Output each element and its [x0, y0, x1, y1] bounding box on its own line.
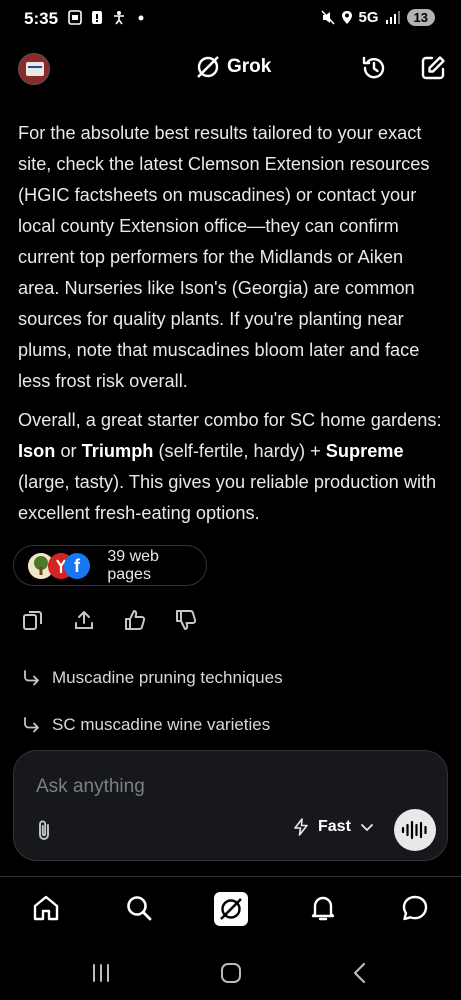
- mute-icon: [320, 10, 335, 25]
- message-paragraph: For the absolute best results tailored t…: [18, 123, 430, 391]
- variety-supreme: Supreme: [325, 441, 404, 461]
- follow-up-arrow-icon: [24, 717, 39, 733]
- search-icon[interactable]: [124, 893, 154, 923]
- history-icon[interactable]: [360, 54, 388, 82]
- accessibility-icon: [114, 11, 124, 25]
- recent-apps-icon[interactable]: [89, 962, 113, 984]
- app-header: Grok: [0, 42, 461, 94]
- home-button-icon[interactable]: [219, 962, 243, 984]
- voice-waveform-icon: [401, 820, 427, 840]
- mode-selector[interactable]: Fast: [292, 818, 375, 836]
- system-nav-bar: [0, 942, 461, 1000]
- suggestion-label: Muscadine pruning techniques: [52, 668, 283, 687]
- app-title-text: Grok: [227, 56, 272, 77]
- system-status-icons: 5G 13: [320, 9, 435, 26]
- thumbs-down-icon[interactable]: [175, 609, 197, 631]
- suggestion-label: SC muscadine wine varieties: [52, 715, 271, 734]
- share-icon[interactable]: [73, 609, 95, 631]
- text-span: Overall, a great starter combo for SC ho…: [18, 410, 442, 430]
- notification-icons: [68, 10, 148, 25]
- signal-icon: [385, 10, 400, 24]
- battery-badge: 13: [406, 9, 435, 26]
- bell-icon[interactable]: [308, 893, 338, 923]
- bottom-nav: [0, 876, 461, 942]
- text-span: (large, tasty). This gives you reliable …: [18, 472, 437, 523]
- variety-ison: Ison: [18, 441, 56, 461]
- paperclip-icon[interactable]: [34, 819, 54, 843]
- nav-grok-button[interactable]: [214, 892, 248, 926]
- status-bar: 5:35 5G 13: [0, 0, 461, 38]
- avatar-image: [26, 62, 44, 76]
- sources-label: 39 web pages: [107, 547, 159, 583]
- avatar-detail: [28, 66, 42, 68]
- suggestion-item[interactable]: SC muscadine wine varieties: [22, 715, 270, 735]
- variety-triumph: Triumph: [81, 441, 154, 461]
- grok-nav-icon: [220, 898, 242, 920]
- alert-icon: [92, 11, 102, 24]
- facebook-favicon-icon: f: [64, 552, 90, 579]
- suggestion-item[interactable]: Muscadine pruning techniques: [22, 668, 283, 688]
- compose-icon[interactable]: [419, 54, 447, 82]
- grok-logo-icon: [197, 56, 219, 78]
- chevron-down-icon: [361, 824, 373, 831]
- voice-mode-button[interactable]: [394, 809, 436, 851]
- messages-icon[interactable]: [400, 893, 430, 923]
- dot-icon: [138, 15, 144, 21]
- sources-button[interactable]: f 39 web pages: [13, 545, 207, 586]
- message-paragraph: Overall, a great starter combo for SC ho…: [18, 405, 446, 529]
- ask-input[interactable]: [36, 773, 416, 801]
- thumbs-up-icon[interactable]: [124, 609, 146, 631]
- back-icon[interactable]: [349, 962, 373, 984]
- status-time: 5:35: [24, 9, 59, 28]
- lightning-icon: [294, 818, 308, 836]
- home-icon[interactable]: [31, 893, 61, 923]
- text-span: or: [55, 441, 82, 461]
- screenshot-icon: [68, 10, 82, 25]
- app-title: Grok: [195, 54, 271, 80]
- follow-up-arrow-icon: [24, 670, 39, 686]
- response-message: For the absolute best results tailored t…: [18, 118, 446, 537]
- network-label: 5G: [358, 9, 379, 26]
- composer: Fast: [13, 750, 448, 861]
- avatar[interactable]: [18, 53, 50, 85]
- mode-label: Fast: [318, 818, 351, 835]
- text-span: (self-fertile, hardy) +: [153, 441, 326, 461]
- source-favicons: f: [28, 552, 91, 580]
- location-icon: [341, 11, 352, 24]
- copy-icon[interactable]: [22, 609, 44, 631]
